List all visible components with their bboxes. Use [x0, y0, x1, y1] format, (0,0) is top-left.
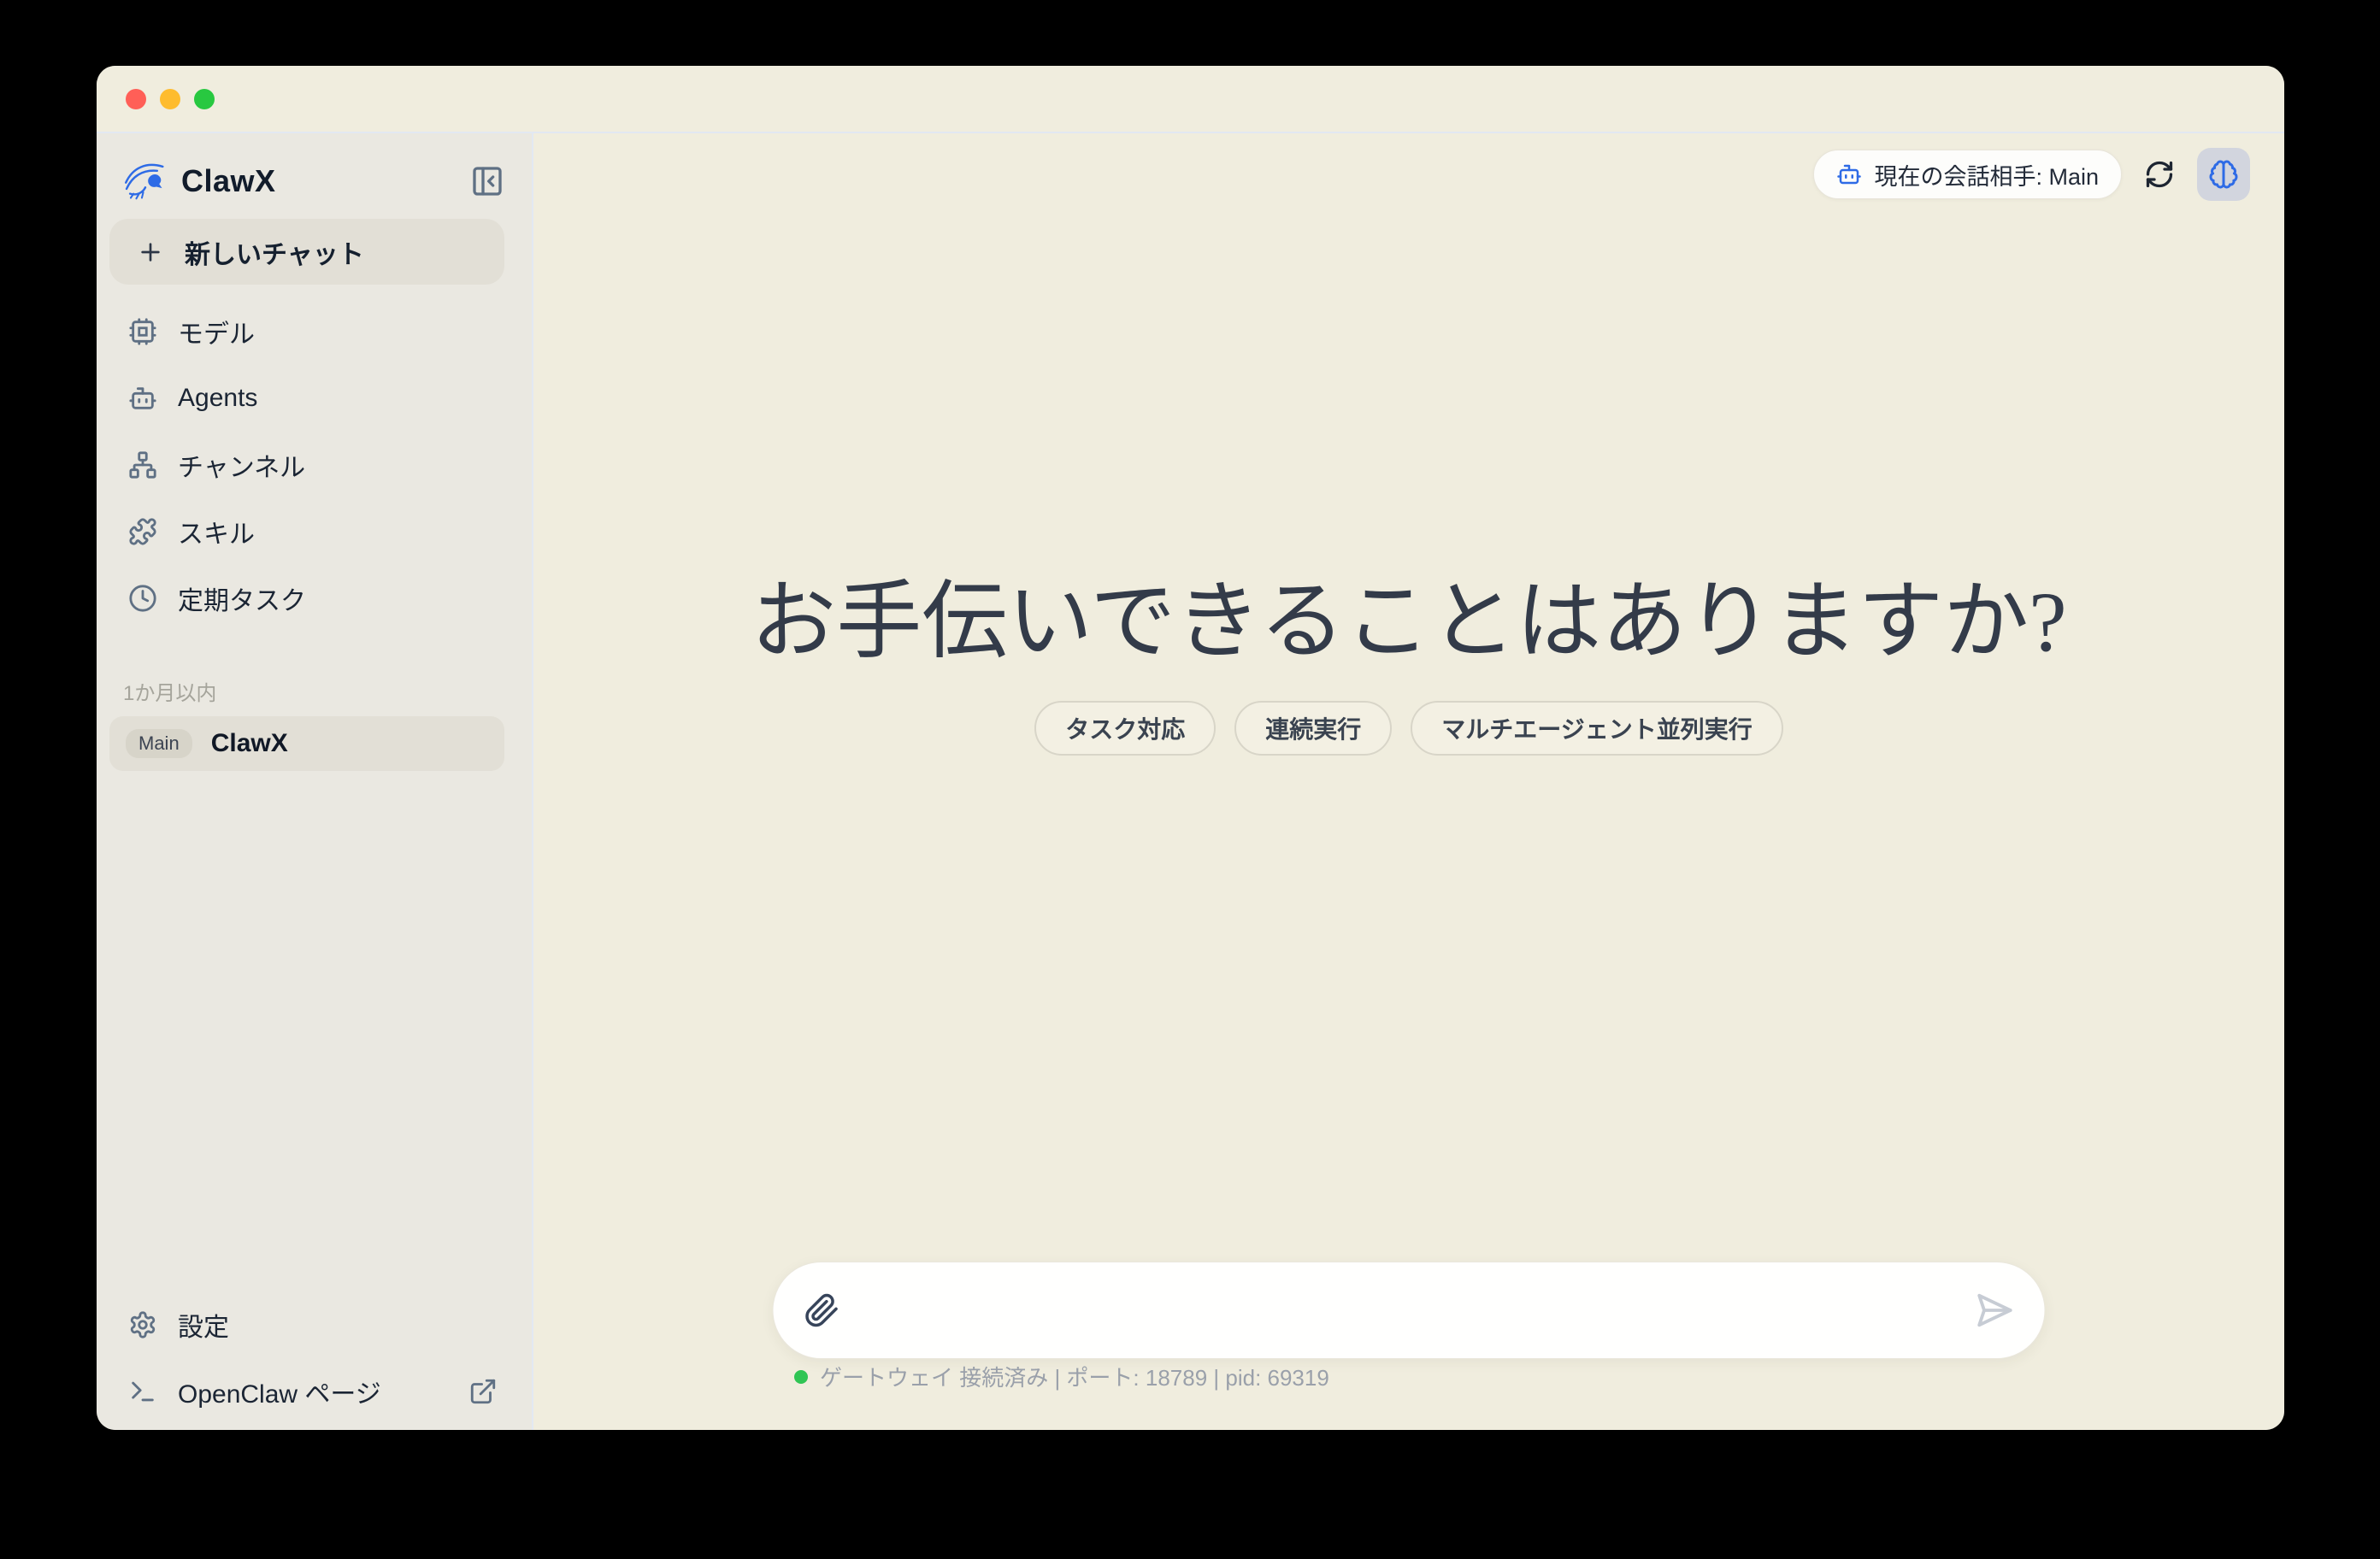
- robot-icon: [1836, 162, 1862, 187]
- sidebar-spacer: [109, 771, 504, 1291]
- sidebar-item-openclaw-page[interactable]: OpenClaw ページ: [109, 1358, 504, 1425]
- suggestion-continuous-run[interactable]: 連続実行: [1234, 701, 1392, 756]
- gateway-status-text: ゲートウェイ 接続済み | ポート: 18789 | pid: 69319: [820, 1361, 1329, 1392]
- robot-icon: [128, 384, 157, 413]
- desktop-background: ClawX 新しいチャット: [0, 0, 2380, 1559]
- zoom-window-button[interactable]: [194, 89, 215, 109]
- chat-history-item[interactable]: Main ClawX: [109, 716, 504, 771]
- network-icon: [128, 450, 157, 479]
- plus-icon: [137, 238, 164, 266]
- chat-title: ClawX: [211, 729, 288, 758]
- paperclip-icon[interactable]: [804, 1292, 840, 1328]
- sidebar-item-label: Agents: [178, 384, 257, 413]
- terminal-icon: [128, 1377, 157, 1406]
- sidebar-nav: モデル Agents: [109, 298, 504, 632]
- new-chat-button[interactable]: 新しいチャット: [109, 219, 504, 285]
- gear-icon: [128, 1310, 157, 1339]
- lobster-logo: [123, 159, 168, 203]
- brain-button[interactable]: [2197, 148, 2250, 201]
- sidebar-header: ClawX: [109, 133, 504, 215]
- sidebar-item-label: 設定: [178, 1306, 229, 1344]
- history-section-label: 1か月以内: [123, 676, 504, 706]
- current-conversation-badge[interactable]: 現在の会話相手: Main: [1813, 150, 2122, 199]
- sidebar-item-skills[interactable]: スキル: [109, 498, 504, 565]
- gateway-status-bar: ゲートウェイ 接続済み | ポート: 18789 | pid: 69319: [794, 1361, 1329, 1392]
- sidebar-item-label: 定期タスク: [178, 579, 306, 617]
- current-conversation-label: 現在の会話相手: Main: [1874, 158, 2099, 191]
- hero-greeting: お手伝いできることはありますか?: [533, 551, 2284, 675]
- main-area: 現在の会話相手: Main: [533, 133, 2284, 1430]
- agent-badge: Main: [126, 729, 192, 758]
- sidebar-item-label: チャンネル: [178, 446, 305, 484]
- sidebar-item-label: スキル: [178, 513, 255, 550]
- refresh-icon[interactable]: [2141, 156, 2178, 193]
- sidebar-item-models[interactable]: モデル: [109, 298, 504, 365]
- sidebar-item-agents[interactable]: Agents: [109, 365, 504, 432]
- minimize-window-button[interactable]: [160, 89, 180, 109]
- clock-icon: [128, 584, 157, 613]
- titlebar: [97, 66, 2284, 133]
- panel-collapse-icon[interactable]: [470, 164, 504, 198]
- message-composer: [773, 1262, 2046, 1359]
- suggestion-multi-agent[interactable]: マルチエージェント並列実行: [1411, 701, 1782, 756]
- message-input[interactable]: [859, 1280, 1956, 1340]
- connection-status-dot: [794, 1370, 808, 1384]
- app-window: ClawX 新しいチャット: [97, 66, 2284, 1430]
- suggestion-task-support[interactable]: タスク対応: [1034, 701, 1216, 756]
- external-link-icon: [468, 1377, 498, 1406]
- window-body: ClawX 新しいチャット: [97, 133, 2284, 1430]
- sidebar-item-channels[interactable]: チャンネル: [109, 432, 504, 498]
- sidebar-item-label: モデル: [178, 313, 255, 350]
- send-icon[interactable]: [1975, 1291, 2014, 1330]
- close-window-button[interactable]: [126, 89, 146, 109]
- chip-icon: [128, 317, 157, 346]
- sidebar-item-label: OpenClaw ページ: [178, 1373, 381, 1410]
- brain-icon: [2208, 159, 2239, 190]
- app-title: ClawX: [181, 163, 276, 199]
- topbar: 現在の会話相手: Main: [1813, 148, 2250, 201]
- sidebar: ClawX 新しいチャット: [97, 133, 533, 1430]
- suggestion-pills: タスク対応 連続実行 マルチエージェント並列実行: [533, 701, 2284, 756]
- puzzle-icon: [128, 517, 157, 546]
- sidebar-item-scheduled-tasks[interactable]: 定期タスク: [109, 565, 504, 632]
- sidebar-item-settings[interactable]: 設定: [109, 1291, 504, 1358]
- new-chat-label: 新しいチャット: [185, 233, 364, 271]
